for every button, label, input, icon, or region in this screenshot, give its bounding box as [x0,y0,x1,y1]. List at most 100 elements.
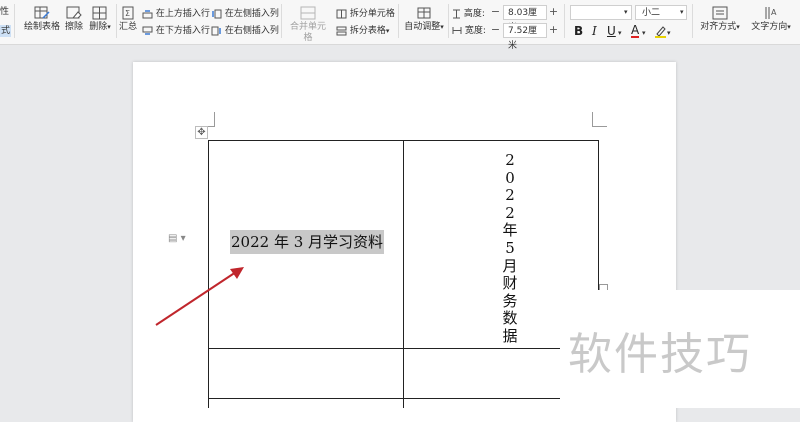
row-height-label: 高度: [452,8,485,20]
insert-row-above-button[interactable]: 在上方插入行 [142,8,210,20]
text-direction-icon: A [765,7,777,19]
paragraph-options-icon[interactable]: ▤ ▾ [168,233,186,244]
chevron-down-icon: ▾ [787,23,791,31]
table-style-fragment[interactable]: 式 [0,25,12,37]
align-icon [712,6,728,20]
width-decrease-button[interactable]: − [489,23,502,38]
vertical-char: 据 [502,326,518,345]
font-color-button[interactable]: A [631,24,640,38]
font-size-value: 小二 [642,8,661,18]
split-table-label: 拆分表格 [349,26,386,36]
insert-row-below-button[interactable]: 在下方插入行 [142,25,210,37]
svg-text:Σ: Σ [125,9,130,18]
insert-column-right-label: 在右侧插入列 [224,26,279,36]
chevron-down-icon: ▾ [642,29,646,37]
insert-column-right-icon [211,26,221,35]
merge-cells-button[interactable]: 合并单元格 [286,6,330,44]
watermark: 软件技巧 [560,290,800,408]
table-row-divider-1 [208,348,560,349]
margin-mark-top-left [200,112,215,127]
table-row-divider-2 [208,398,560,399]
insert-column-right-button[interactable]: 在右侧插入列 [211,25,279,37]
table-border-right [598,140,599,290]
width-input[interactable]: 7.52厘米 [503,23,547,51]
insert-row-below-icon [142,26,153,35]
svg-text:A: A [771,8,777,17]
vertical-char: 月 [502,256,518,275]
delete-button[interactable]: 删除▾ [87,6,113,33]
vertical-char: 2 [505,151,515,169]
vertical-char: 务 [502,291,518,310]
vertical-char: 2 [505,203,515,222]
height-icon [453,9,460,18]
height-label-text: 高度: [463,9,485,19]
chevron-down-icon: ▾ [385,27,390,35]
split-table-icon [336,26,347,35]
insert-row-above-label: 在上方插入行 [155,9,210,19]
bold-button[interactable]: B [574,24,583,38]
table-column-divider [403,140,404,408]
table-move-handle[interactable]: ✥ [195,126,208,139]
split-cells-icon [336,9,347,18]
selected-cell-text[interactable]: 2022 年 3 月学习资料 [230,230,385,254]
insert-column-left-icon [212,9,222,18]
chevron-down-icon: ▾ [440,23,444,31]
text-direction-label: 文字方向 [751,22,788,32]
summary-label: 汇总 [118,22,137,32]
chevron-down-icon: ▾ [667,29,671,37]
margin-mark-top-right [592,112,607,127]
auto-fit-icon [417,7,431,19]
split-table-button[interactable]: 拆分表格▾ [336,25,389,37]
vertical-cell-text[interactable]: 2 0 2 2 年 5 月 财 务 数 据 [500,151,520,346]
draw-table-icon [34,6,50,19]
draw-table-button[interactable]: 绘制表格 [22,6,62,33]
auto-fit-button[interactable]: 自动调整▾ [403,6,445,33]
width-icon [452,27,462,34]
underline-button[interactable]: U [607,24,616,38]
chevron-down-icon: ▾ [680,8,684,16]
highlighter-icon [655,26,666,38]
summary-button[interactable]: Σ 汇总 [118,6,138,33]
vertical-char: 数 [502,309,518,328]
height-increase-button[interactable]: + [547,5,560,20]
merge-cells-icon [300,6,316,20]
erase-label: 擦除 [64,22,83,32]
table-properties-fragment[interactable]: 性 [0,6,9,18]
italic-button[interactable]: I [592,24,597,38]
chevron-down-icon: ▾ [618,29,622,37]
alignment-label: 对齐方式 [700,22,737,32]
merge-cells-label: 合并单元格 [289,22,326,43]
vertical-char: 5 [505,238,515,257]
delete-label: 删除 [89,22,108,32]
vertical-char: 2 [505,186,515,205]
insert-row-above-icon [142,9,153,18]
text-direction-button[interactable]: A 文字方向▾ [747,6,795,33]
insert-column-left-label: 在左侧插入列 [224,9,279,19]
highlight-button[interactable] [654,24,667,41]
table-tools-ribbon: 性 式 绘制表格 擦除 删除▾ Σ 汇总 在上方插入行 在下方插入行 在左侧插入… [0,0,800,51]
auto-fit-label: 自动调整 [404,22,441,32]
chevron-down-icon: ▾ [736,23,740,31]
height-decrease-button[interactable]: − [489,5,502,20]
insert-column-left-button[interactable]: 在左侧插入列 [211,8,279,20]
watermark-text: 软件技巧 [568,329,752,380]
width-increase-button[interactable]: + [547,23,560,38]
font-name-select[interactable] [570,5,632,20]
vertical-char: 年 [502,221,518,240]
chevron-down-icon: ▾ [107,23,111,31]
draw-table-label: 绘制表格 [23,22,60,32]
split-cells-label: 拆分单元格 [349,9,395,19]
split-cells-button[interactable]: 拆分单元格 [336,8,395,20]
vertical-char: 财 [502,274,518,293]
width-label-text: 宽度: [464,26,486,36]
alignment-button[interactable]: 对齐方式▾ [697,6,743,33]
vertical-char: 0 [505,168,515,187]
red-arrow-icon [155,267,244,326]
height-input[interactable]: 8.03厘米 [503,5,547,33]
eraser-icon [66,6,82,19]
erase-button[interactable]: 擦除 [64,6,84,33]
summary-icon: Σ [122,6,134,20]
chevron-down-icon: ▾ [624,8,628,16]
column-width-label: 宽度: [452,25,486,37]
insert-row-below-label: 在下方插入行 [155,26,210,36]
